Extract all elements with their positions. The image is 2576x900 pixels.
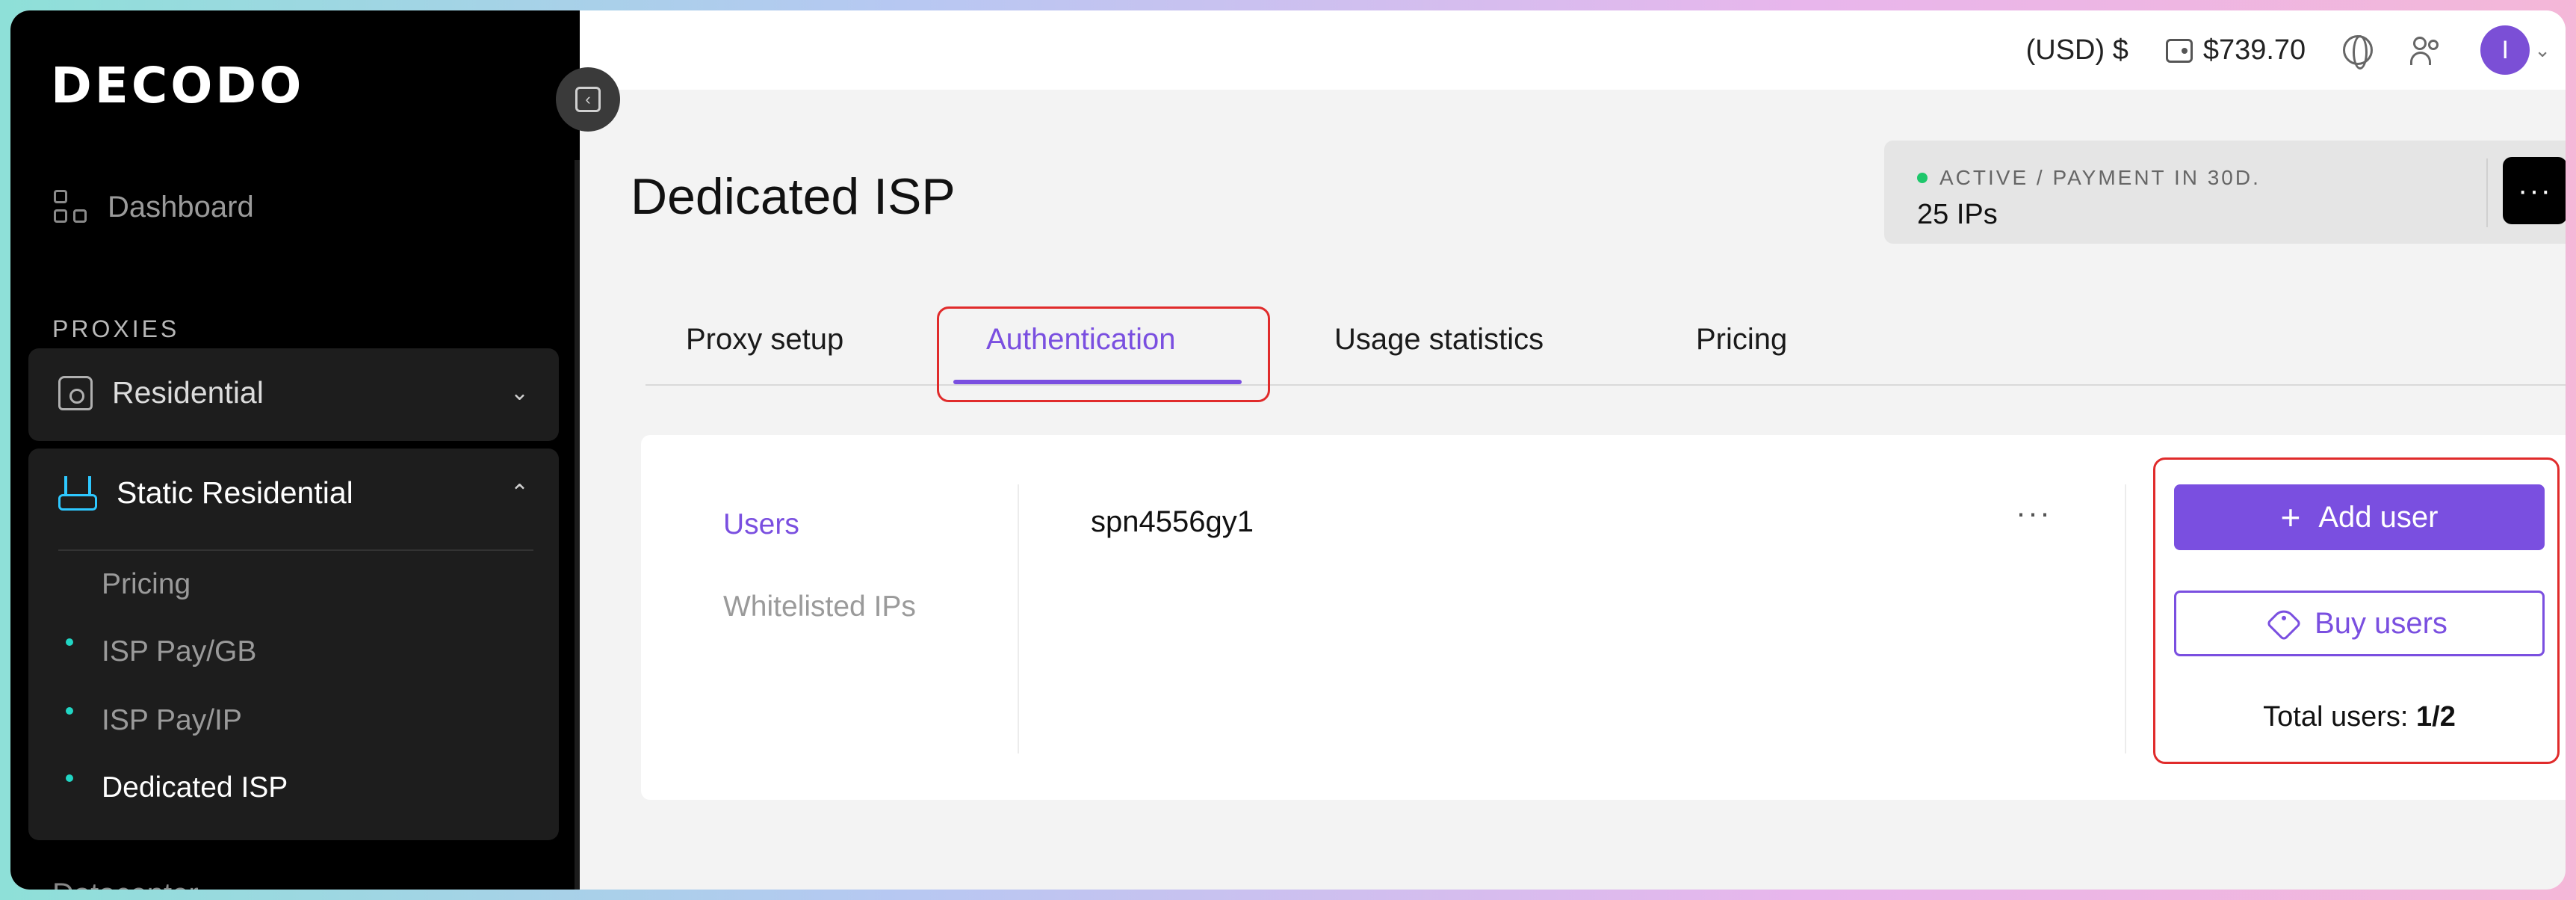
user-row-more-button[interactable]: ··· [2016,495,2052,531]
logo: DECODO [51,57,305,114]
dashboard-icon [54,190,88,224]
wallet-icon [2165,39,2193,64]
app-window: DECODO Dashboard PROXIES Residential ⌄ S… [10,10,2566,890]
bullet-dot [66,774,73,782]
status-line: ACTIVE / PAYMENT IN 30D. [1917,166,2261,190]
balance[interactable]: $739.70 [2165,34,2306,67]
page-title: Dedicated ISP [631,168,956,225]
section-label-proxies: PROXIES [52,315,180,342]
subnav-whitelisted-ips[interactable]: Whitelisted IPs [723,591,916,623]
add-user-button[interactable]: + Add user [2174,484,2545,550]
tag-icon [2266,605,2303,642]
tab-proxy-setup[interactable]: Proxy setup [686,323,843,357]
divider [58,549,533,551]
tab-bar: Proxy setup Authentication Usage statist… [645,295,2566,387]
users-icon[interactable] [2410,35,2443,65]
currency-selector[interactable]: (USD) $ [2026,34,2128,67]
sidebar-item-label: Dashboard [108,190,254,224]
topbar: (USD) $ $739.70 I ⌄ [580,10,2566,90]
chevron-down-icon: ⌄ [2534,38,2551,61]
more-options-button[interactable]: ··· [2503,157,2566,224]
subnav-users[interactable]: Users [723,508,799,541]
sidebar-group-static-residential: Static Residential ⌃ Pricing ISP Pay/GB … [28,449,559,840]
balance-value: $739.70 [2202,34,2306,66]
sidebar-subitem-label: ISP Pay/IP [102,704,242,736]
user-row-name: spn4556gy1 [1091,505,1254,538]
sidebar-subitem-label: Pricing [102,568,191,600]
ips-count: 25 IPs [1917,199,1998,230]
avatar: I [2480,25,2530,75]
highlight-box [937,306,1270,402]
sidebar-subitem-pricing[interactable]: Pricing [102,568,191,601]
chevron-up-icon: ⌃ [510,481,529,505]
plus-icon: + [2280,498,2301,537]
total-users: Total users: 1/2 [2174,701,2545,733]
sidebar-item-datacenter[interactable]: Datacenter [52,878,199,890]
tabs-baseline [645,384,2566,386]
sidebar-item-label: Static Residential [117,475,353,510]
sidebar-subitem-isp-pay-gb[interactable]: ISP Pay/GB [102,635,256,668]
arrow-left-icon: ‹ [575,87,601,112]
sidebar-subitem-isp-pay-ip[interactable]: ISP Pay/IP [102,704,242,737]
sidebar-scrollbar[interactable] [575,160,580,890]
globe-icon[interactable] [2343,35,2374,70]
divider [2125,484,2126,753]
home-icon [58,375,93,410]
buy-users-label: Buy users [2315,606,2447,640]
tab-usage-statistics[interactable]: Usage statistics [1334,323,1544,357]
status-text: ACTIVE / PAYMENT IN 30D. [1939,166,2261,189]
tab-pricing[interactable]: Pricing [1696,323,1787,357]
collapse-sidebar-button[interactable]: ‹ [556,67,620,132]
sidebar-item-residential[interactable]: Residential ⌄ [28,348,559,441]
add-user-label: Add user [2318,500,2439,534]
sidebar-item-label: Residential [112,375,264,410]
bullet-dot [66,707,73,715]
buy-users-button[interactable]: Buy users [2174,591,2545,656]
router-icon [58,475,97,511]
total-users-label: Total users: [2263,701,2409,733]
chevron-down-icon: ⌄ [510,380,529,405]
total-users-value: 1/2 [2416,701,2456,733]
bullet-dot [66,638,73,646]
sidebar-subitem-label: ISP Pay/GB [102,635,257,668]
sidebar-subitem-dedicated-isp[interactable]: Dedicated ISP [102,771,288,804]
account-menu[interactable]: I ⌄ [2480,25,2551,75]
divider [1018,484,1019,753]
sidebar-item-static-residential[interactable]: Static Residential ⌃ [58,475,529,511]
status-dot-icon [1917,173,1928,183]
sidebar: DECODO Dashboard PROXIES Residential ⌄ S… [10,10,580,890]
sidebar-subitem-label: Dedicated ISP [102,771,288,804]
sidebar-item-dashboard[interactable]: Dashboard [54,181,254,233]
subscription-status-card: ACTIVE / PAYMENT IN 30D. 25 IPs [1884,141,2566,244]
divider [2486,158,2488,227]
